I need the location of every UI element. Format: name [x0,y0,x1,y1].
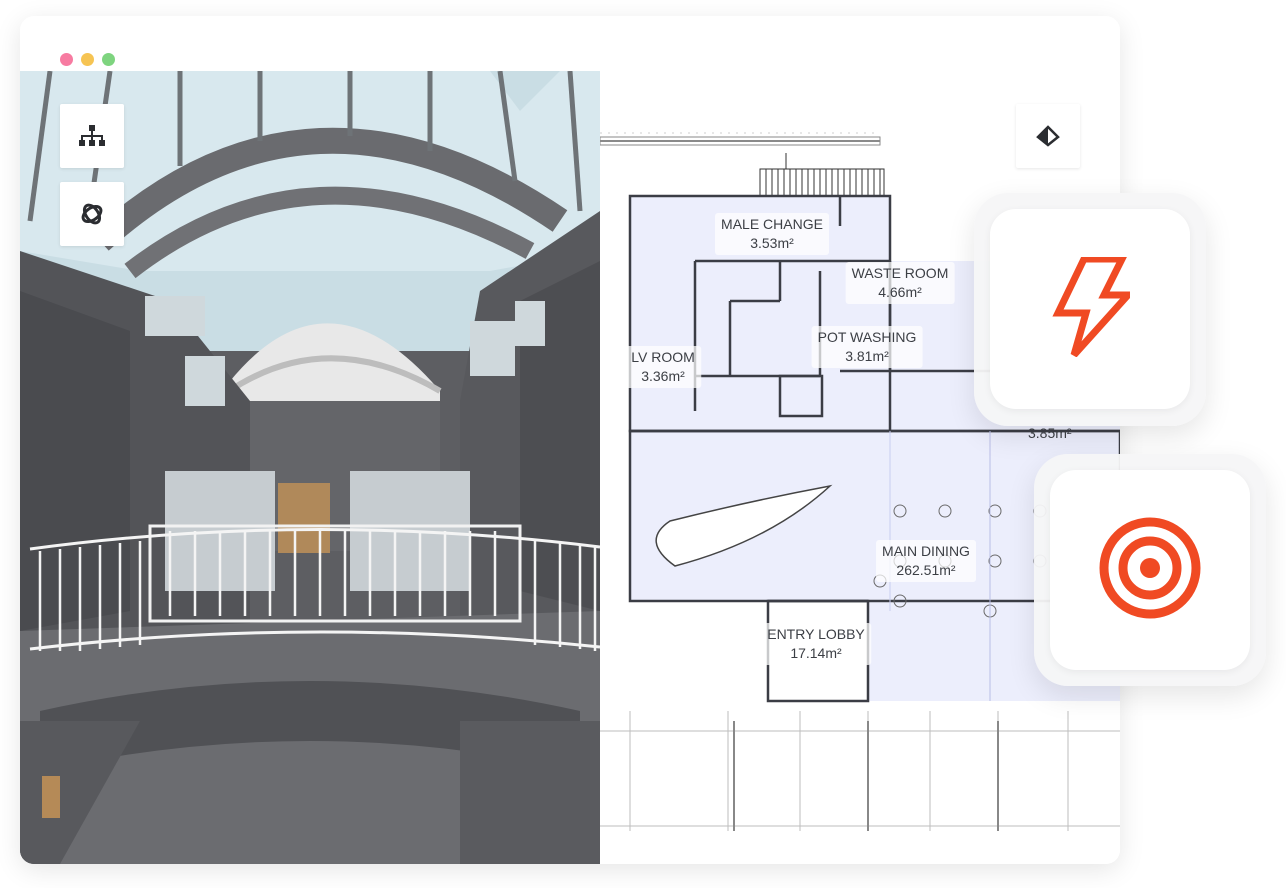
window-controls [60,53,115,66]
orbit-button[interactable] [60,182,124,246]
room-label-waste-room[interactable]: WASTE ROOM 4.66m² [845,262,955,304]
feature-card-lightning[interactable] [990,209,1190,409]
app-window: MALE CHANGE 3.53m² WASTE ROOM 4.66m² POT… [20,16,1120,864]
room-area: 262.51m² [896,562,956,578]
room-label-main-dining[interactable]: MAIN DINING 262.51m² [876,540,976,582]
room-name: WASTE ROOM [851,265,949,281]
hierarchy-button[interactable] [60,104,124,168]
room-area: 3.81m² [845,348,889,364]
room-area: 17.14m² [790,645,842,661]
room-area: 3.53m² [750,235,794,251]
section-plane-icon [1036,125,1060,147]
room-label-lv-room[interactable]: LV ROOM 3.36m² [625,346,701,388]
3d-viewport[interactable] [20,71,600,864]
room-name: MAIN DINING [882,543,970,559]
room-area: 3.36m² [641,368,685,384]
hidden-room-area: 3.85m² [1028,425,1072,441]
maximize-dot[interactable] [102,53,115,66]
close-dot[interactable] [60,53,73,66]
room-label-pot-washing[interactable]: POT WASHING 3.81m² [811,326,923,368]
minimize-dot[interactable] [81,53,94,66]
room-label-male-change[interactable]: MALE CHANGE 3.53m² [715,213,829,255]
room-name: LV ROOM [631,349,695,365]
hierarchy-icon [79,125,105,147]
orbit-icon [80,202,104,226]
feature-card-target[interactable] [1050,470,1250,670]
room-area: 4.66m² [878,284,922,300]
lightning-bolt-icon [1050,255,1136,362]
section-plane-button[interactable] [1016,104,1080,168]
room-name: POT WASHING [817,329,917,345]
room-label-entry-lobby[interactable]: ENTRY LOBBY 17.14m² [761,623,871,665]
room-name: MALE CHANGE [721,216,823,232]
target-icon [1098,516,1202,625]
room-name: ENTRY LOBBY [767,626,865,642]
